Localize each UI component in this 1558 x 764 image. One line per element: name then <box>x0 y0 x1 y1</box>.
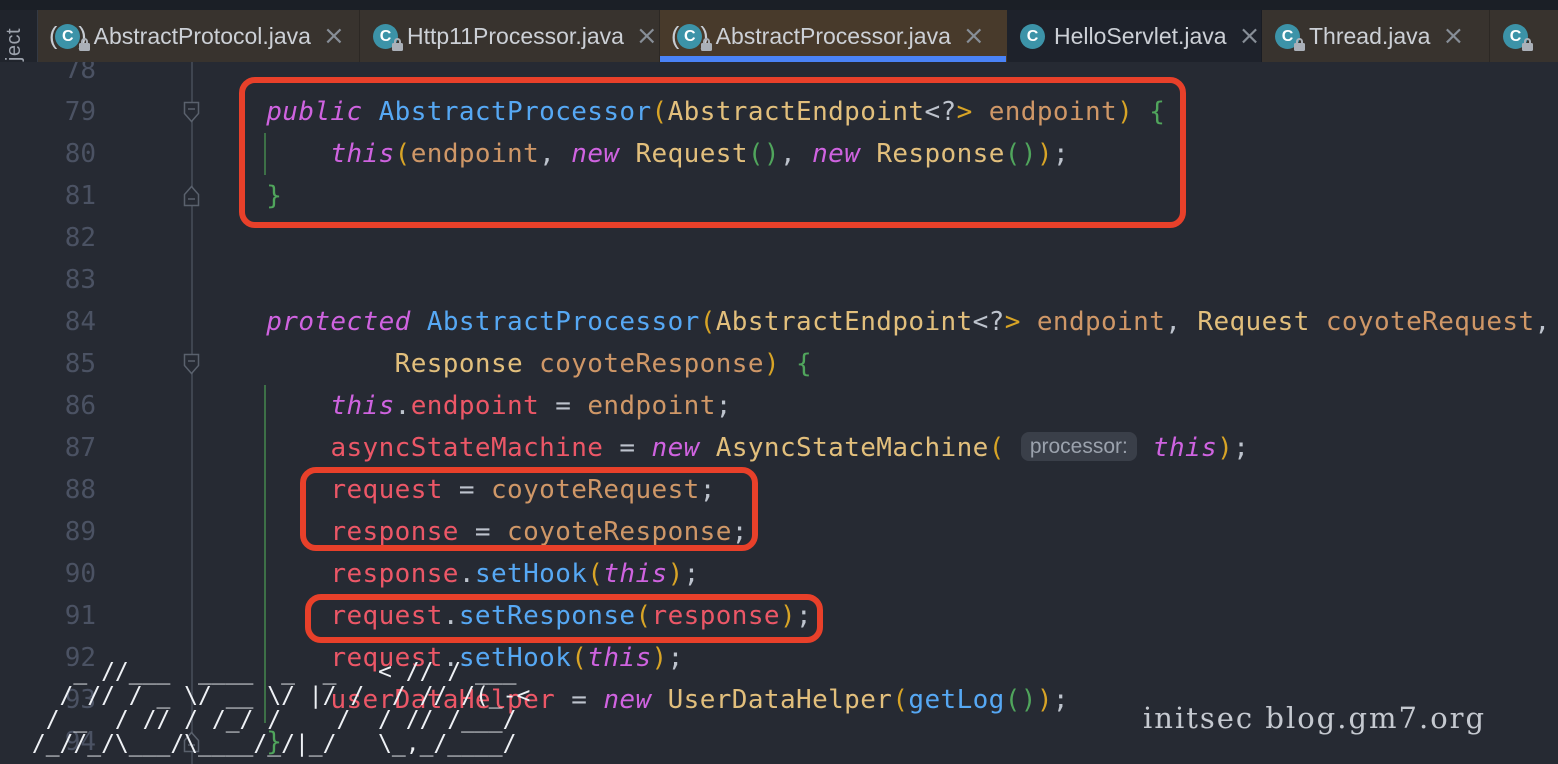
fold-collapse-end-icon[interactable] <box>183 731 200 753</box>
readonly-lock-icon <box>701 43 712 51</box>
line-number[interactable]: 89 <box>38 511 96 553</box>
code-line: userDataHelper = new UserDataHelper(getL… <box>202 679 1069 721</box>
tab-close-icon[interactable]: × <box>636 23 658 49</box>
fold-collapse-end-icon[interactable] <box>183 185 200 207</box>
parameter-hint: processor: <box>1021 432 1137 461</box>
line-number[interactable]: 84 <box>38 301 96 343</box>
tab-close-icon[interactable]: × <box>963 23 985 49</box>
tab-label: Thread.java <box>1309 10 1430 62</box>
line-number[interactable]: 85 <box>38 343 96 385</box>
line-number[interactable]: 87 <box>38 427 96 469</box>
line-number[interactable]: 88 <box>38 469 96 511</box>
code-line: this(endpoint, new Request(), new Respon… <box>202 133 1069 175</box>
tab-Thread.java[interactable]: C Thread.java × <box>1262 10 1490 62</box>
tab-close-icon[interactable]: × <box>1239 23 1261 49</box>
tab-bar: (C) AbstractProtocol.java × C Http11Processo… <box>38 10 1558 62</box>
line-number[interactable]: 82 <box>38 217 96 259</box>
line-number[interactable]: 91 <box>38 595 96 637</box>
code-line: request.setResponse(response); <box>202 595 812 637</box>
line-number[interactable]: 78 <box>38 62 96 91</box>
readonly-lock-icon <box>79 43 90 51</box>
tab-label: HelloServlet.java <box>1054 10 1227 62</box>
code-editor[interactable]: 7879808182838485868788899091929394 publi… <box>0 62 1558 764</box>
line-number[interactable]: 93 <box>38 679 96 721</box>
window-top-strip <box>0 0 1558 10</box>
line-number[interactable]: 81 <box>38 175 96 217</box>
fold-collapse-start-icon[interactable] <box>183 101 200 123</box>
tab-AbstractProtocol.java[interactable]: (C) AbstractProtocol.java × <box>38 10 360 62</box>
tab-label: AbstractProtocol.java <box>94 10 311 62</box>
tab-Http11Processor.java[interactable]: C Http11Processor.java × <box>360 10 660 62</box>
fold-collapse-start-icon[interactable] <box>183 353 200 375</box>
gutter-fold-line <box>191 62 193 764</box>
code-line: protected AbstractProcessor(AbstractEndp… <box>202 301 1551 343</box>
line-number[interactable]: 80 <box>38 133 96 175</box>
tab-close-icon[interactable]: × <box>323 23 345 49</box>
class-icon: C <box>373 24 398 49</box>
tab-close-icon[interactable]: × <box>1442 23 1464 49</box>
abstract-class-icon: (C) <box>673 23 707 49</box>
line-number[interactable]: 86 <box>38 385 96 427</box>
tab-overflow[interactable]: C <box>1490 10 1558 62</box>
tab-HelloServlet.java[interactable]: C HelloServlet.java × <box>1007 10 1262 62</box>
code-line: request.setHook(this); <box>202 637 684 679</box>
code-line: asyncStateMachine = new AsyncStateMachin… <box>202 427 1249 469</box>
line-number[interactable]: 94 <box>38 721 96 763</box>
line-number[interactable]: 83 <box>38 259 96 301</box>
line-number[interactable]: 92 <box>38 637 96 679</box>
code-line: request = coyoteRequest; <box>202 469 716 511</box>
class-icon: C <box>1503 24 1528 49</box>
readonly-lock-icon <box>1522 43 1533 51</box>
readonly-lock-icon <box>1294 43 1305 51</box>
code-line: response.setHook(this); <box>202 553 700 595</box>
class-icon: C <box>1020 24 1045 49</box>
code-line: } <box>202 175 282 217</box>
tab-AbstractProcessor.java[interactable]: (C) AbstractProcessor.java × <box>660 10 1007 62</box>
readonly-lock-icon <box>392 43 403 51</box>
class-icon: C <box>1275 24 1300 49</box>
code-line: Response coyoteResponse) { <box>202 343 812 385</box>
code-line: this.endpoint = endpoint; <box>202 385 732 427</box>
code-line: response = coyoteResponse; <box>202 511 748 553</box>
code-line: public AbstractProcessor(AbstractEndpoin… <box>202 91 1165 133</box>
line-number[interactable]: 79 <box>38 91 96 133</box>
tab-label: Http11Processor.java <box>407 10 624 62</box>
tab-label: AbstractProcessor.java <box>716 10 951 62</box>
abstract-class-icon: (C) <box>51 23 85 49</box>
line-number[interactable]: 90 <box>38 553 96 595</box>
code-line: } <box>202 721 282 763</box>
